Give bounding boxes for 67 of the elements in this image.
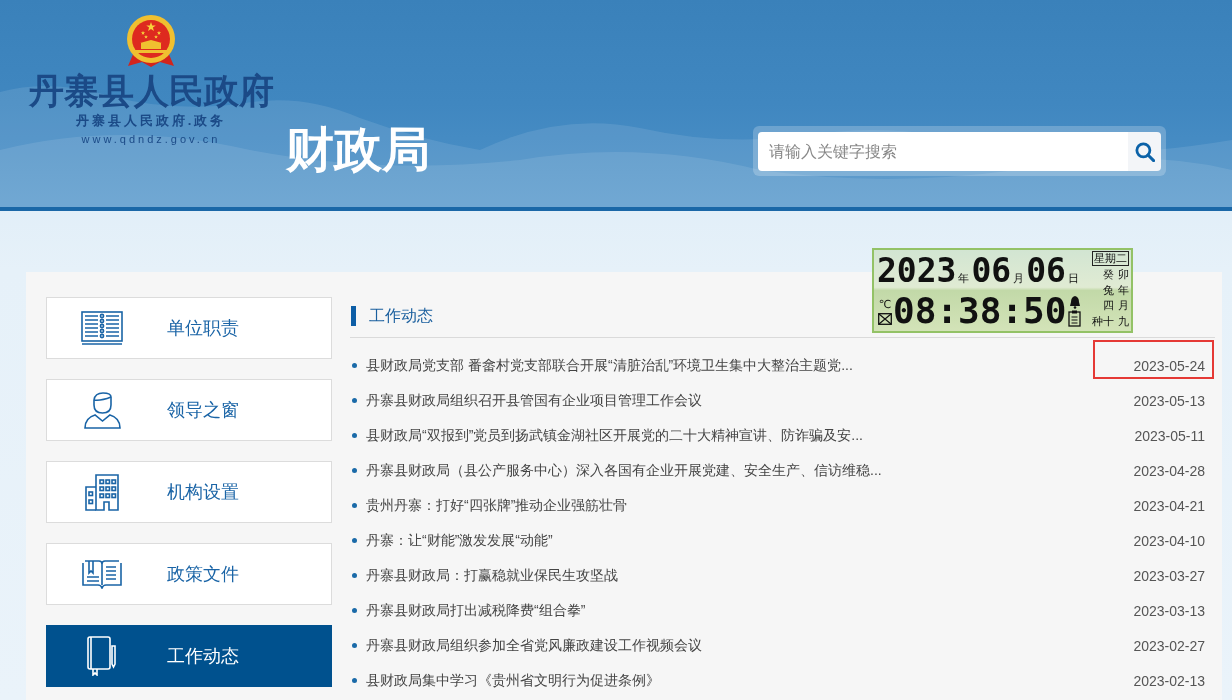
clock-label: 日 (1068, 272, 1079, 286)
bullet-icon (352, 398, 357, 403)
clipboard-icon (1068, 310, 1082, 327)
news-link[interactable]: 县财政局“双报到”党员到扬武镇金湖社区开展党的二十大精神宣讲、防诈骗及安... (366, 426, 863, 445)
site-url: www.qdndz.gov.cn (81, 132, 221, 146)
bell-icon (1068, 295, 1081, 309)
weekday-text: 星期二 (1092, 251, 1129, 266)
news-link[interactable]: 丹寨县财政局组织召开县管国有企业项目管理工作会议 (366, 391, 702, 410)
bullet-icon (352, 608, 357, 613)
site-subtitle: 丹寨县人民政府.政务 (75, 113, 227, 129)
search-button[interactable] (1128, 132, 1161, 171)
news-date: 2023-03-13 (1133, 602, 1205, 619)
department-title: 财政局 (286, 122, 430, 178)
lunar-text: 兔年 (1103, 282, 1133, 298)
site-title: 丹寨县人民政府 (28, 71, 274, 111)
bullet-icon (352, 433, 357, 438)
bullet-icon (352, 643, 357, 648)
sidebar-item[interactable]: 领导之窗 (46, 379, 332, 441)
clock-label: 月 (1013, 272, 1025, 286)
news-date: 2023-04-28 (1133, 462, 1205, 479)
news-link[interactable]: 丹寨县财政局组织参加全省党风廉政建设工作视频会议 (366, 636, 702, 655)
news-link[interactable]: 丹寨县财政局（县公产服务中心）深入各国有企业开展党建、安全生产、信访维稳... (366, 461, 882, 480)
notebook-icon (87, 636, 117, 676)
clock-label: 年 (958, 272, 970, 286)
clock-year: 2023 (877, 251, 957, 291)
envelope-icon (878, 312, 892, 325)
bullet-icon (352, 363, 357, 368)
bullet-icon (352, 468, 357, 473)
news-date: 2023-02-13 (1133, 672, 1205, 689)
news-link[interactable]: 丹寨：让“财能”激发发展“动能” (366, 531, 553, 550)
building-icon (83, 473, 121, 511)
lunar-text: 癸卯 (1103, 267, 1133, 283)
search-field[interactable]: 请输入关键字搜索 (758, 132, 1128, 171)
news-link[interactable]: 县财政局集中学习《贵州省文明行为促进条例》 (366, 671, 660, 690)
solar-term-text: 种 (1092, 313, 1103, 329)
news-date: 2023-05-13 (1133, 392, 1205, 409)
bullet-icon (352, 678, 357, 683)
temperature-unit: ℃ (878, 297, 892, 311)
open-book-icon (82, 559, 122, 589)
sidebar-item[interactable]: 机构设置 (46, 461, 332, 523)
sidebar-item[interactable]: 政策文件 (46, 543, 332, 605)
news-link[interactable]: 丹寨县财政局：打赢稳就业保民生攻坚战 (366, 566, 618, 585)
heading-marker-icon (351, 306, 356, 326)
bullet-icon (352, 503, 357, 508)
bullet-icon (352, 573, 357, 578)
section-title: 工作动态 (369, 306, 433, 326)
lunar-day-text: 十九 (1103, 313, 1133, 329)
sidebar-item[interactable]: 工作动态 (46, 625, 332, 687)
lunar-text: 四月 (1103, 298, 1133, 314)
clock-month: 06 (971, 251, 1012, 291)
news-date: 2023-05-24 (1133, 357, 1205, 374)
sidebar-item[interactable]: 单位职责 (46, 297, 332, 359)
news-date: 2023-03-27 (1133, 567, 1205, 584)
news-link[interactable]: 贵州丹寨：打好“四张牌”推动企业强筋壮骨 (366, 496, 628, 515)
bullet-icon (352, 538, 357, 543)
news-link[interactable]: 丹寨县财政局打出减税降费“组合拳” (366, 601, 586, 620)
news-link[interactable]: 县财政局党支部 番畲村党支部联合开展“清脏治乱”环境卫生集中大整治主题党... (366, 356, 853, 375)
search-icon (1134, 141, 1155, 162)
news-date: 2023-05-11 (1134, 427, 1205, 444)
news-date: 2023-04-10 (1133, 532, 1205, 549)
book-icon (81, 311, 123, 345)
person-icon (83, 391, 121, 429)
clock-time: 08:38:50 (893, 291, 1067, 331)
news-date: 2023-04-21 (1133, 497, 1205, 514)
emblem-icon (125, 14, 177, 68)
clock-day: 06 (1026, 251, 1066, 291)
news-date: 2023-02-27 (1133, 637, 1205, 654)
